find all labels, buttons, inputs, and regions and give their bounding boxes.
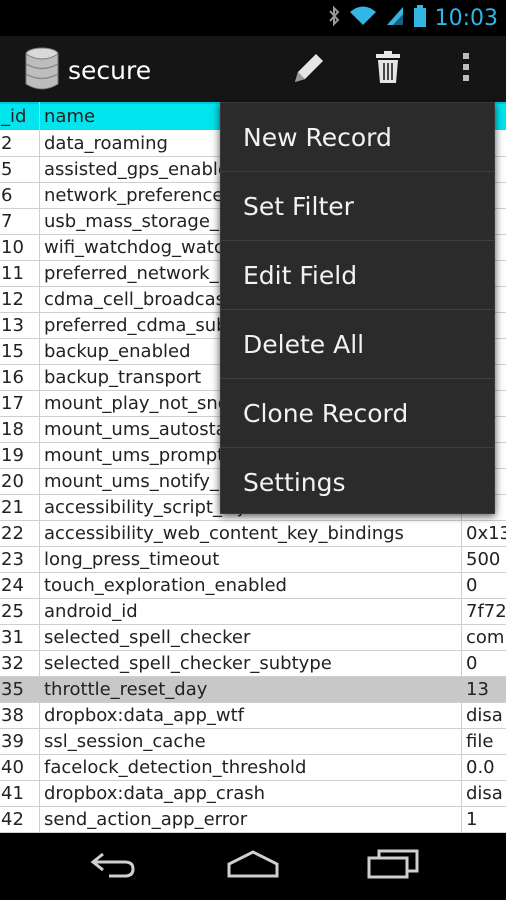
cell-id: 23 (1, 549, 24, 570)
cell-value: 13 (466, 679, 489, 700)
cell-value: 7f72 (466, 601, 506, 622)
cell-id: 32 (1, 653, 24, 674)
edit-button[interactable] (280, 36, 336, 102)
cell-id: 22 (1, 523, 24, 544)
delete-button[interactable] (360, 36, 416, 102)
table-row[interactable]: 40 facelock_detection_threshold 0.0 (0, 755, 506, 781)
table-row[interactable]: 24 touch_exploration_enabled 0 (0, 573, 506, 599)
cell-value: 500 (466, 549, 501, 570)
cell-name: android_id (44, 601, 138, 622)
cell-value: 1 (466, 809, 478, 830)
table-row[interactable]: 41 dropbox:data_app_crash disa (0, 781, 506, 807)
cell-name: facelock_detection_threshold (44, 757, 307, 778)
database-icon[interactable] (22, 46, 62, 97)
cell-id: 38 (1, 705, 24, 726)
trash-icon (374, 50, 402, 89)
recents-icon (367, 849, 419, 884)
cell-value: disa (466, 705, 503, 726)
menu-item-clone-record[interactable]: Clone Record (221, 379, 494, 448)
cell-value: 0 (466, 575, 478, 596)
cell-id: 6 (1, 185, 13, 206)
cell-id: 41 (1, 783, 24, 804)
cell-id: 2 (1, 133, 13, 154)
cell-id: 18 (1, 419, 24, 440)
cell-name: accessibility_web_content_key_bindings (44, 523, 404, 544)
signal-icon (385, 5, 405, 32)
cell-id: 39 (1, 731, 24, 752)
cell-id: 10 (1, 237, 24, 258)
menu-item-set-filter[interactable]: Set Filter (221, 172, 494, 241)
cell-id: 12 (1, 289, 24, 310)
cell-value: file (466, 731, 494, 752)
navigation-bar (0, 833, 506, 900)
cell-id: 25 (1, 601, 24, 622)
table-row[interactable]: 23 long_press_timeout 500 (0, 547, 506, 573)
menu-item-new-record[interactable]: New Record (221, 103, 494, 172)
cell-id: 31 (1, 627, 24, 648)
table-row[interactable]: 38 dropbox:data_app_wtf disa (0, 703, 506, 729)
status-icons: 10:03 (327, 0, 498, 36)
wifi-icon (349, 5, 377, 32)
back-button[interactable] (58, 833, 168, 900)
overflow-menu-icon (462, 52, 470, 87)
cell-id: 13 (1, 315, 24, 336)
cell-id: 24 (1, 575, 24, 596)
cell-id: 35 (1, 679, 24, 700)
status-time: 10:03 (434, 5, 498, 31)
table-row[interactable]: 35 throttle_reset_day 13 (0, 677, 506, 703)
battery-icon (413, 4, 427, 33)
table-row[interactable]: 32 selected_spell_checker_subtype 0 (0, 651, 506, 677)
menu-item-delete-all[interactable]: Delete All (221, 310, 494, 379)
menu-item-edit-field[interactable]: Edit Field (221, 241, 494, 310)
cell-name: selected_spell_checker_subtype (44, 653, 332, 674)
recents-button[interactable] (338, 833, 448, 900)
cell-value: disa (466, 783, 503, 804)
cell-id: 19 (1, 445, 24, 466)
cell-id: 21 (1, 497, 24, 518)
cell-value: 0 (466, 653, 478, 674)
cell-id: 17 (1, 393, 24, 414)
status-bar: 10:03 (0, 0, 506, 36)
column-header-id[interactable]: _id (0, 104, 39, 130)
app-title: secure (68, 56, 152, 85)
table-row[interactable]: 42 send_action_app_error 1 (0, 807, 506, 833)
cell-name: touch_exploration_enabled (44, 575, 287, 596)
table-row[interactable]: 31 selected_spell_checker com (0, 625, 506, 651)
home-button[interactable] (198, 833, 308, 900)
cell-name: ssl_session_cache (44, 731, 206, 752)
home-icon (226, 850, 280, 883)
cell-id: 11 (1, 263, 24, 284)
cell-value: 0x13 (466, 523, 506, 544)
cell-id: 15 (1, 341, 24, 362)
cell-name: selected_spell_checker (44, 627, 251, 648)
cell-name: dropbox:data_app_wtf (44, 705, 245, 726)
pencil-icon (289, 48, 327, 91)
overflow-menu: New Record Set Filter Edit Field Delete … (220, 102, 495, 514)
cell-name: long_press_timeout (44, 549, 220, 570)
menu-item-settings[interactable]: Settings (221, 448, 494, 517)
cell-id: 20 (1, 471, 24, 492)
back-icon (89, 850, 137, 883)
cell-id: 42 (1, 809, 24, 830)
cell-name: dropbox:data_app_crash (44, 783, 266, 804)
table-row[interactable]: 22 accessibility_web_content_key_bindings… (0, 521, 506, 547)
action-bar: secure (0, 36, 506, 102)
bluetooth-icon (327, 5, 341, 32)
cell-value: 0.0 (466, 757, 495, 778)
cell-name: send_action_app_error (44, 809, 248, 830)
table-row[interactable]: 39 ssl_session_cache file (0, 729, 506, 755)
cell-id: 5 (1, 159, 13, 180)
cell-name: throttle_reset_day (44, 679, 208, 700)
cell-value: com (466, 627, 505, 648)
cell-id: 7 (1, 211, 13, 232)
overflow-menu-button[interactable] (438, 36, 494, 102)
cell-id: 40 (1, 757, 24, 778)
cell-id: 16 (1, 367, 24, 388)
table-row[interactable]: 25 android_id 7f72 (0, 599, 506, 625)
